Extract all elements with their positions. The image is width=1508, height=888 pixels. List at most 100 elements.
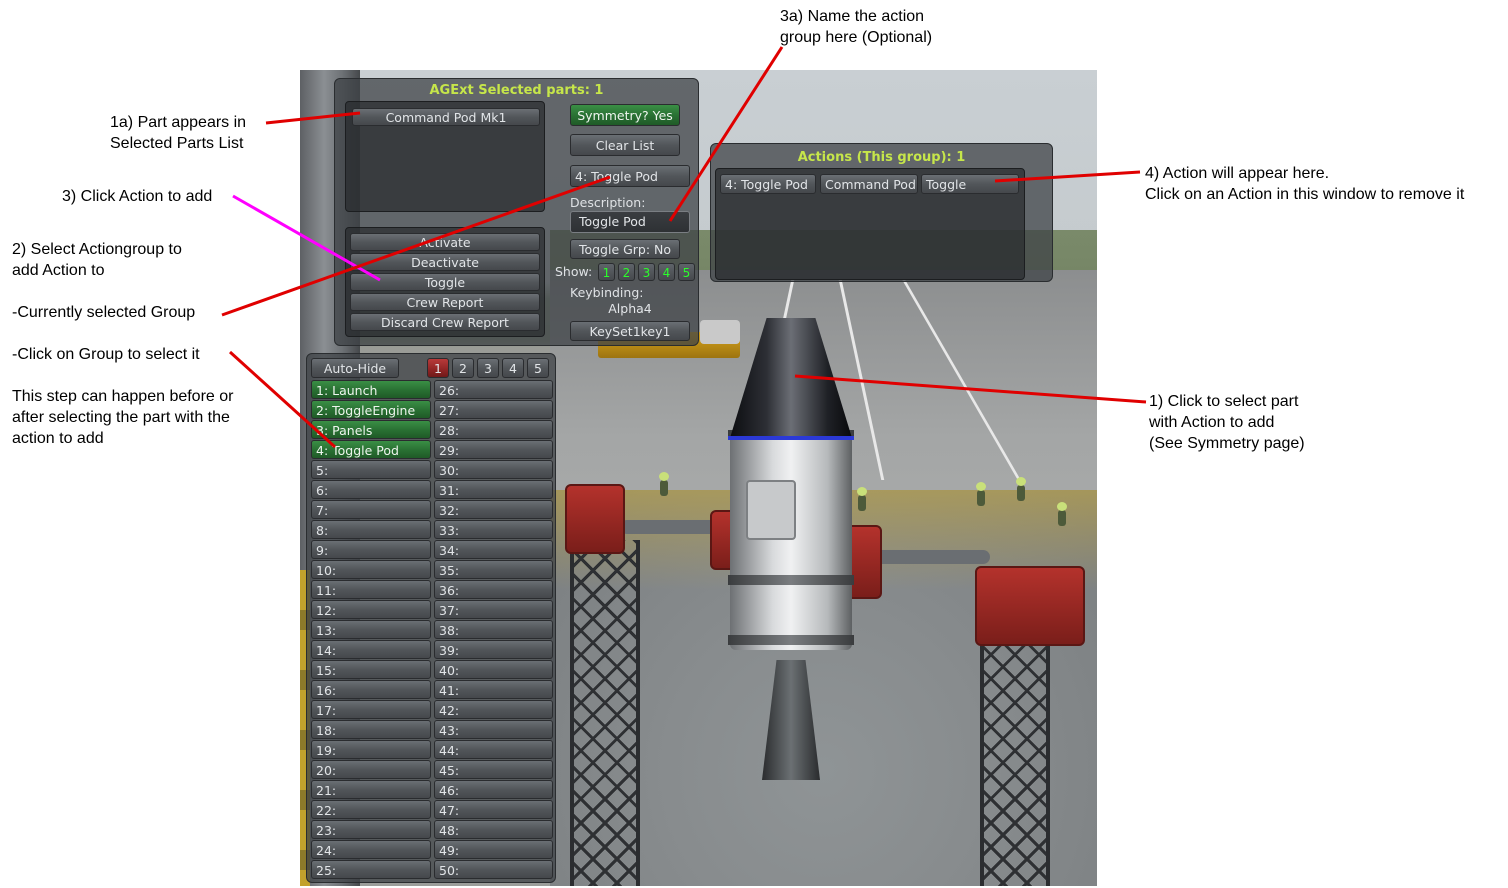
action-group-row[interactable]: 31: xyxy=(434,480,553,499)
action-group-row[interactable]: 41: xyxy=(434,680,553,699)
rocket-fuel-tank[interactable] xyxy=(730,430,852,650)
action-group-row[interactable]: 32: xyxy=(434,500,553,519)
action-group-row[interactable]: 30: xyxy=(434,460,553,479)
action-group-row[interactable]: 18: xyxy=(311,720,431,739)
action-group-row[interactable]: 21: xyxy=(311,780,431,799)
group-page-3-tab[interactable]: 3 xyxy=(477,358,499,378)
action-discard-crew-report[interactable]: Discard Crew Report xyxy=(350,313,540,331)
action-group-row[interactable]: 46: xyxy=(434,780,553,799)
action-group-row[interactable]: 20: xyxy=(311,760,431,779)
action-deactivate[interactable]: Deactivate xyxy=(350,253,540,271)
action-group-row[interactable]: 29: xyxy=(434,440,553,459)
toggle-group-button[interactable]: Toggle Grp: No xyxy=(570,239,680,259)
action-toggle[interactable]: Toggle xyxy=(350,273,540,291)
action-group-row[interactable]: 3: Panels xyxy=(311,420,431,439)
action-group-row[interactable]: 50: xyxy=(434,860,553,879)
annotation-step-4: 4) Action will appear here. Click on an … xyxy=(1145,165,1465,203)
selected-parts-list: Command Pod Mk1 xyxy=(345,101,545,212)
group-list: 1: Launch 2: ToggleEngine 3: Panels 4: Togg… xyxy=(311,379,553,881)
action-group-row[interactable]: 36: xyxy=(434,580,553,599)
group-page-1-tab[interactable]: 1 xyxy=(427,358,449,378)
kerbal xyxy=(1057,502,1067,526)
show-group-1-button[interactable]: 1 xyxy=(598,263,615,281)
action-group-row[interactable]: 22: xyxy=(311,800,431,819)
action-group-row[interactable]: 7: xyxy=(311,500,431,519)
action-group-row[interactable]: 38: xyxy=(434,620,553,639)
action-group-row[interactable]: 48: xyxy=(434,820,553,839)
symmetry-button[interactable]: Symmetry? Yes xyxy=(570,104,680,126)
description-input[interactable]: Toggle Pod xyxy=(570,211,690,233)
clamp-left xyxy=(565,484,625,554)
action-group-row[interactable]: 44: xyxy=(434,740,553,759)
action-group-row[interactable]: 5: xyxy=(311,460,431,479)
action-group-row[interactable]: 2: ToggleEngine xyxy=(311,400,431,419)
clear-list-button[interactable]: Clear List xyxy=(570,134,680,156)
action-group-row[interactable]: 11: xyxy=(311,580,431,599)
description-label: Description: xyxy=(570,195,646,210)
action-group-row[interactable]: 33: xyxy=(434,520,553,539)
group-actions-list: 4: Toggle Pod Command Pod M Toggle xyxy=(715,168,1025,280)
action-group-row[interactable]: 43: xyxy=(434,720,553,739)
action-group-row[interactable]: 37: xyxy=(434,600,553,619)
keybinding-button[interactable]: Alpha4 xyxy=(570,300,690,318)
action-group-row[interactable]: 25: xyxy=(311,860,431,879)
show-group-4-button[interactable]: 4 xyxy=(658,263,675,281)
group-page-4-tab[interactable]: 4 xyxy=(502,358,524,378)
kerbal xyxy=(1016,477,1026,501)
action-activate[interactable]: Activate xyxy=(350,233,540,251)
action-group-row[interactable]: 6: xyxy=(311,480,431,499)
show-group-2-button[interactable]: 2 xyxy=(618,263,635,281)
kerbal xyxy=(857,487,867,511)
current-group-button[interactable]: 4: Toggle Pod xyxy=(570,165,690,187)
agext-main-window: AGExt Selected parts: 1 Command Pod Mk1 … xyxy=(334,78,699,346)
annotation-step-1a: 1a) Part appears in Selected Parts List xyxy=(110,114,247,152)
action-group-row[interactable]: 14: xyxy=(311,640,431,659)
action-group-row[interactable]: 16: xyxy=(311,680,431,699)
action-group-row[interactable]: 42: xyxy=(434,700,553,719)
action-group-row[interactable]: 27: xyxy=(434,400,553,419)
group-page-2-tab[interactable]: 2 xyxy=(452,358,474,378)
action-group-row[interactable]: 39: xyxy=(434,640,553,659)
group-action-part[interactable]: Command Pod M xyxy=(820,174,918,194)
kerbal xyxy=(976,482,986,506)
annotation-step-2: 2) Select Actiongroup to add Action to xyxy=(12,241,182,279)
group-actions-window: Actions (This group): 1 4: Toggle Pod Co… xyxy=(710,143,1053,282)
actions-list: Activate Deactivate Toggle Crew Report D… xyxy=(345,227,545,337)
group-action-name[interactable]: Toggle xyxy=(921,174,1019,194)
action-group-row[interactable]: 12: xyxy=(311,600,431,619)
action-crew-report[interactable]: Crew Report xyxy=(350,293,540,311)
action-group-row[interactable]: 45: xyxy=(434,760,553,779)
annotation-step-order: This step can happen before or after sel… xyxy=(12,388,234,447)
auto-hide-button[interactable]: Auto-Hide xyxy=(311,358,399,378)
action-group-row[interactable]: 1: Launch xyxy=(311,380,431,399)
group-action-group[interactable]: 4: Toggle Pod xyxy=(720,174,816,194)
action-group-row[interactable]: 15: xyxy=(311,660,431,679)
action-group-row[interactable]: 19: xyxy=(311,740,431,759)
action-group-row[interactable]: 13: xyxy=(311,620,431,639)
action-group-row[interactable]: 9: xyxy=(311,540,431,559)
action-group-row[interactable]: 34: xyxy=(434,540,553,559)
annotation-step-1: 1) Click to select part with Action to a… xyxy=(1149,393,1305,452)
keyset-button[interactable]: KeySet1key1 xyxy=(570,321,690,341)
show-group-5-button[interactable]: 5 xyxy=(678,263,695,281)
annotation-step-3: 3) Click Action to add xyxy=(62,188,213,205)
action-group-row[interactable]: 28: xyxy=(434,420,553,439)
rocket-hatch xyxy=(746,480,796,540)
action-group-row[interactable]: 8: xyxy=(311,520,431,539)
show-label: Show: xyxy=(555,264,593,279)
action-group-row[interactable]: 4: Toggle Pod xyxy=(311,440,431,459)
action-group-row[interactable]: 23: xyxy=(311,820,431,839)
action-group-row[interactable]: 49: xyxy=(434,840,553,859)
keybinding-label: Keybinding: xyxy=(570,285,644,300)
action-group-row[interactable]: 35: xyxy=(434,560,553,579)
action-group-row[interactable]: 10: xyxy=(311,560,431,579)
action-group-row[interactable]: 17: xyxy=(311,700,431,719)
action-group-row[interactable]: 26: xyxy=(434,380,553,399)
action-group-row[interactable]: 40: xyxy=(434,660,553,679)
selected-part-item[interactable]: Command Pod Mk1 xyxy=(352,108,540,126)
group-actions-title: Actions (This group): 1 xyxy=(797,150,966,165)
group-page-5-tab[interactable]: 5 xyxy=(527,358,549,378)
action-group-row[interactable]: 24: xyxy=(311,840,431,859)
show-group-3-button[interactable]: 3 xyxy=(638,263,655,281)
action-group-row[interactable]: 47: xyxy=(434,800,553,819)
